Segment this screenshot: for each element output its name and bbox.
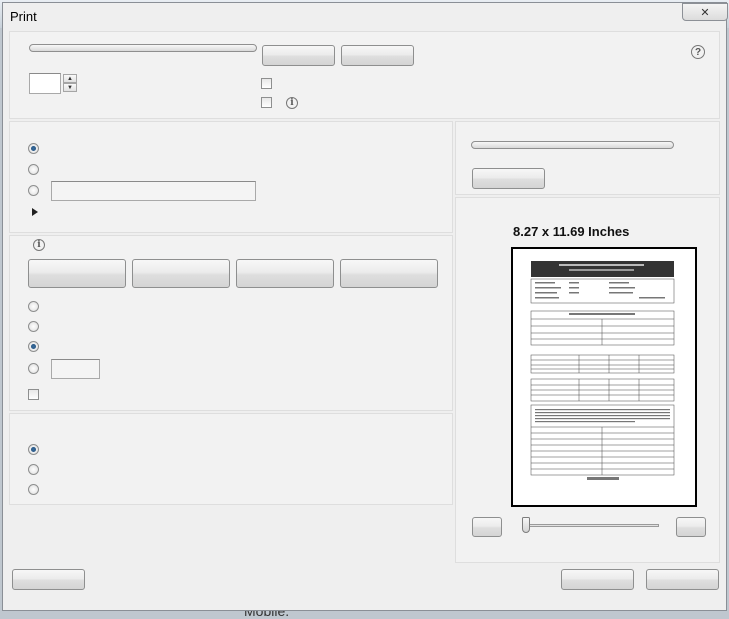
custom-scale-input[interactable] bbox=[51, 359, 100, 379]
form-fields-radio[interactable] bbox=[28, 484, 39, 495]
poster-tab-button[interactable] bbox=[132, 259, 230, 288]
pages-range-input[interactable] bbox=[51, 181, 256, 201]
pages-all-radio[interactable] bbox=[28, 143, 39, 154]
save-ink-checkbox[interactable] bbox=[261, 97, 272, 108]
page-slider-thumb[interactable] bbox=[522, 517, 530, 533]
cancel-button[interactable] bbox=[646, 569, 719, 590]
page-slider-track[interactable] bbox=[522, 524, 659, 527]
booklet-tab-button[interactable] bbox=[340, 259, 438, 288]
paper-source-checkbox[interactable] bbox=[28, 389, 39, 400]
more-options-expander-icon[interactable] bbox=[32, 208, 38, 216]
grayscale-checkbox[interactable] bbox=[261, 78, 272, 89]
custom-scale-radio[interactable] bbox=[28, 363, 39, 374]
print-button[interactable] bbox=[561, 569, 634, 590]
multiple-tab-button[interactable] bbox=[236, 259, 334, 288]
pages-section-panel bbox=[9, 121, 453, 233]
previous-page-button[interactable] bbox=[472, 517, 502, 537]
summary-bar bbox=[471, 141, 674, 149]
pages-range-radio[interactable] bbox=[28, 185, 39, 196]
print-dialog: Print ✕ ? ▲ ▼ i i 8.27 x 11.69 Inches bbox=[2, 2, 728, 611]
pages-current-radio[interactable] bbox=[28, 164, 39, 175]
help-icon[interactable]: ? bbox=[691, 45, 705, 59]
copies-spin-up[interactable]: ▲ bbox=[63, 74, 77, 83]
fit-radio[interactable] bbox=[28, 301, 39, 312]
comments-section-panel bbox=[9, 413, 453, 505]
print-preview bbox=[511, 247, 697, 507]
dialog-title: Print bbox=[10, 9, 37, 24]
size-tab-button[interactable] bbox=[28, 259, 126, 288]
actual-size-radio[interactable] bbox=[28, 321, 39, 332]
sizing-info-icon[interactable]: i bbox=[33, 239, 45, 251]
printer-name-bar bbox=[29, 44, 257, 52]
shrink-oversized-radio[interactable] bbox=[28, 341, 39, 352]
document-preview-image bbox=[530, 261, 675, 480]
advanced-button[interactable] bbox=[341, 45, 414, 66]
next-page-button[interactable] bbox=[676, 517, 706, 537]
copies-input[interactable] bbox=[29, 73, 61, 94]
preview-size-label: 8.27 x 11.69 Inches bbox=[513, 224, 630, 239]
document-markups-radio[interactable] bbox=[28, 464, 39, 475]
page-setup-button[interactable] bbox=[472, 168, 545, 189]
properties-button[interactable] bbox=[262, 45, 335, 66]
document-radio[interactable] bbox=[28, 444, 39, 455]
close-icon: ✕ bbox=[700, 6, 710, 19]
copies-spin-down[interactable]: ▼ bbox=[63, 83, 77, 92]
page-setup-bottom-button[interactable] bbox=[12, 569, 85, 590]
close-button[interactable]: ✕ bbox=[682, 3, 728, 21]
info-icon[interactable]: i bbox=[286, 97, 298, 109]
